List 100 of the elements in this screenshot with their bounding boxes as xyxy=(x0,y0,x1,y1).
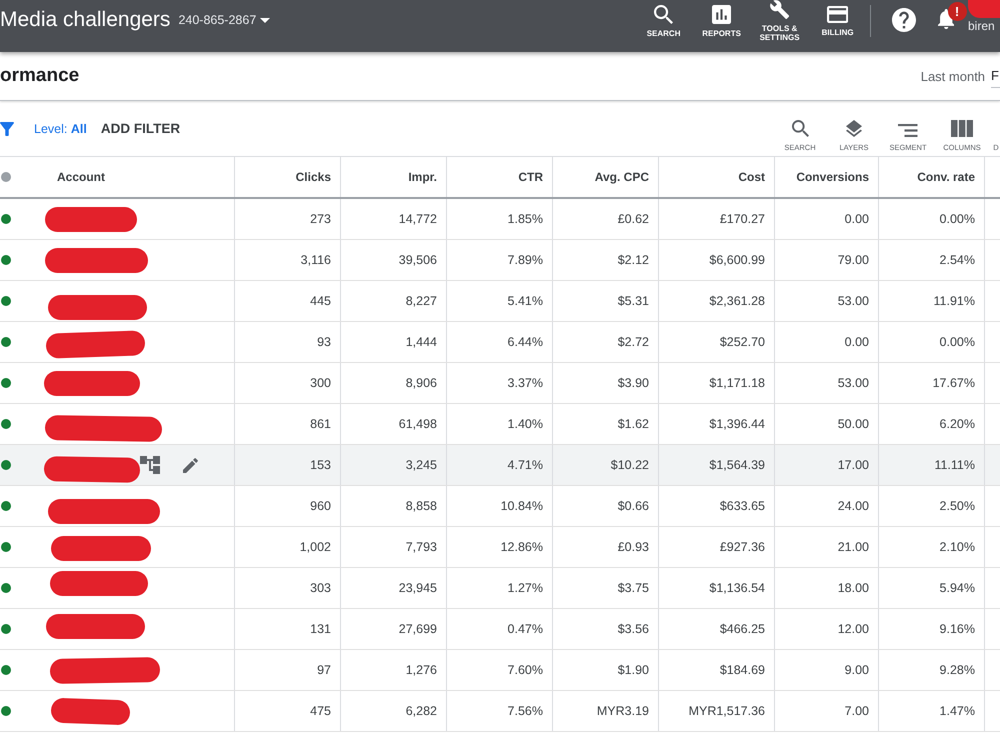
table-cell: 2.54% xyxy=(878,240,984,280)
table-cell: 9.16% xyxy=(878,609,984,649)
help-icon[interactable] xyxy=(892,8,916,32)
user-name[interactable]: biren xyxy=(968,19,995,33)
table-cell: $1,396.44 xyxy=(658,404,774,444)
table-cell: 1.85% xyxy=(446,199,552,239)
column-header[interactable]: Conv. rate xyxy=(878,157,984,197)
column-header[interactable]: Avg. CPC xyxy=(552,157,658,197)
table-cell: $466.25 xyxy=(658,609,774,649)
column-header[interactable]: Conversions xyxy=(774,157,878,197)
table-cell: 6.44% xyxy=(446,322,552,362)
table-cell: 0.00 xyxy=(774,199,878,239)
table-cell: $1,136.54 xyxy=(658,568,774,608)
filter-icon[interactable] xyxy=(0,122,14,136)
table-cell: 1.40% xyxy=(446,404,552,444)
table-cell: 79.00 xyxy=(774,240,878,280)
table-cell: 9.28% xyxy=(878,650,984,690)
table-cell: $184.69 xyxy=(658,650,774,690)
table-cell: 53.00 xyxy=(774,363,878,403)
notification-badge: ! xyxy=(948,2,967,21)
table-cell: 24.00 xyxy=(774,486,878,526)
table-cell: 0.00 xyxy=(774,322,878,362)
table-cell: 8,906 xyxy=(340,363,446,403)
table-cell: 23,945 xyxy=(340,568,446,608)
nav-button[interactable]: SEARCH xyxy=(638,1,690,41)
table-cell: £0.93 xyxy=(552,527,658,567)
table-cell: £927.36 xyxy=(658,527,774,567)
nav-button[interactable]: TOOLS & SETTINGS xyxy=(754,1,806,41)
table-cell: $1,171.18 xyxy=(658,363,774,403)
table-cell: $1.62 xyxy=(552,404,658,444)
table-cell: 2.10% xyxy=(878,527,984,567)
bar-chart-icon xyxy=(712,4,732,24)
table-cell: $252.70 xyxy=(658,322,774,362)
table-cell: 53.00 xyxy=(774,281,878,321)
table-cell: 93 xyxy=(234,322,340,362)
column-header[interactable]: Clicks xyxy=(234,157,340,197)
table-cell: 1,444 xyxy=(340,322,446,362)
table-cell: 4.71% xyxy=(446,445,552,485)
table-cell: 11.91% xyxy=(878,281,984,321)
level-filter[interactable]: Level: All xyxy=(34,122,87,136)
page-title: ormance xyxy=(0,65,80,87)
table-cell: 97 xyxy=(234,650,340,690)
table-cell: 6,282 xyxy=(340,691,446,731)
table-cell: $2.12 xyxy=(552,240,658,280)
pencil-icon[interactable] xyxy=(183,458,198,472)
account-switcher[interactable]: 240-865-2867 xyxy=(178,13,270,27)
column-header[interactable]: Cost xyxy=(658,157,774,197)
table-cell: 27,699 xyxy=(340,609,446,649)
table-cell: 7,793 xyxy=(340,527,446,567)
app-title: Media challengers xyxy=(0,8,170,32)
table-cell: 0.00% xyxy=(878,199,984,239)
table-cell: 445 xyxy=(234,281,340,321)
table-cell: 1,276 xyxy=(340,650,446,690)
column-header[interactable]: Account xyxy=(40,157,234,197)
table-cell: £0.62 xyxy=(552,199,658,239)
table-cell: 21.00 xyxy=(774,527,878,567)
table-cell: MYR1,517.36 xyxy=(658,691,774,731)
table-cell: 11.11% xyxy=(878,445,984,485)
search-icon xyxy=(792,120,808,136)
nav-button[interactable]: BILLING xyxy=(812,1,864,41)
hierarchy-icon[interactable] xyxy=(140,456,160,474)
table-cell: 17.67% xyxy=(878,363,984,403)
table-cell: 3,116 xyxy=(234,240,340,280)
table-cell: 153 xyxy=(234,445,340,485)
table-cell: 61,498 xyxy=(340,404,446,444)
table-cell: 7.60% xyxy=(446,650,552,690)
table-cell: 7.00 xyxy=(774,691,878,731)
table-cell: 18.00 xyxy=(774,568,878,608)
table-cell: $10.22 xyxy=(552,445,658,485)
table-cell: MYR3.19 xyxy=(552,691,658,731)
table-cell: 8,227 xyxy=(340,281,446,321)
caret-icon xyxy=(260,18,270,22)
table-cell: $0.66 xyxy=(552,486,658,526)
credit-card-icon xyxy=(826,6,848,22)
nav-button[interactable]: REPORTS xyxy=(696,1,748,41)
table-cell: 39,506 xyxy=(340,240,446,280)
add-filter-button[interactable]: ADD FILTER xyxy=(100,121,180,136)
column-header[interactable]: CTR xyxy=(446,157,552,197)
table-cell: 10.84% xyxy=(446,486,552,526)
table-cell: 12.86% xyxy=(446,527,552,567)
table-cell: 1.47% xyxy=(878,691,984,731)
table-cell: 0.47% xyxy=(446,609,552,649)
table-cell: 5.94% xyxy=(878,568,984,608)
table-cell: 12.00 xyxy=(774,609,878,649)
table-cell: 50.00 xyxy=(774,404,878,444)
table-cell: 9.00 xyxy=(774,650,878,690)
table-cell: 17.00 xyxy=(774,445,878,485)
table-cell: 1.27% xyxy=(446,568,552,608)
table-cell: 2.50% xyxy=(878,486,984,526)
table-cell: $2.72 xyxy=(552,322,658,362)
table-cell: 303 xyxy=(234,568,340,608)
table-cell: 131 xyxy=(234,609,340,649)
bell-icon[interactable] xyxy=(938,9,954,29)
table-cell: $6,600.99 xyxy=(658,240,774,280)
column-header[interactable]: Impr. xyxy=(340,157,446,197)
date-range-button[interactable]: F xyxy=(991,68,1000,88)
search-icon xyxy=(654,4,674,24)
table-cell: 14,772 xyxy=(340,199,446,239)
table-cell: 273 xyxy=(234,199,340,239)
table-cell: 475 xyxy=(234,691,340,731)
